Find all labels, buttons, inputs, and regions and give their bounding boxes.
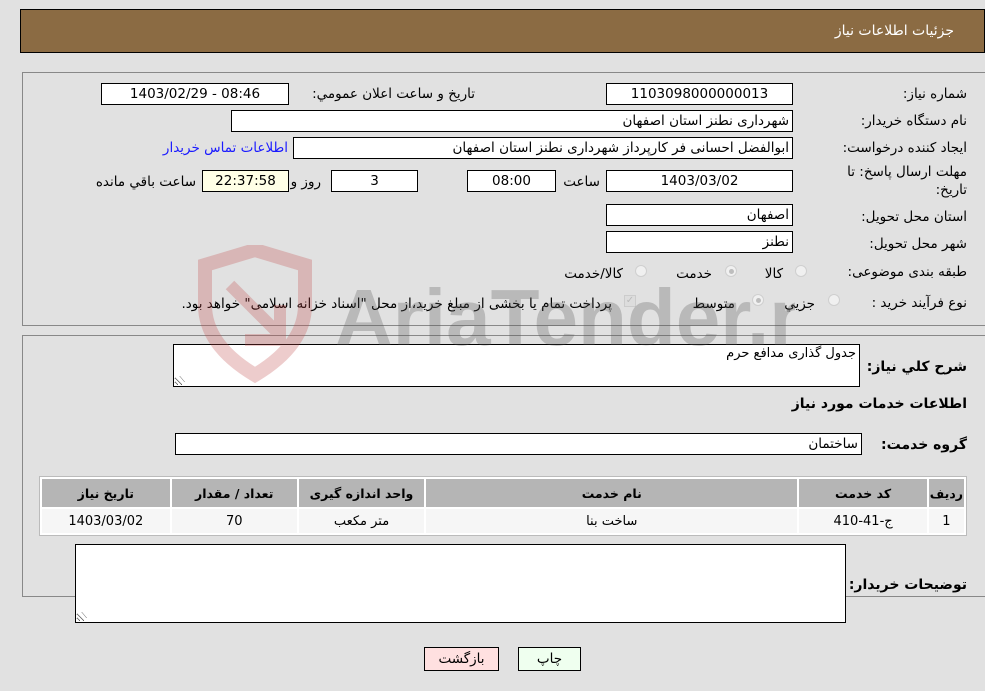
table-header-row: رديف کد خدمت نام خدمت واحد اندازه گیری ت… (42, 479, 964, 507)
province-label: استان محل تحویل: (861, 209, 967, 225)
requester-field[interactable]: ابوالفضل احسانی فر کارپرداز شهرداری نطنز… (293, 137, 793, 159)
category-label: طبقه بندی موضوعی: (847, 264, 967, 280)
need-number-field[interactable]: 1103098000000013 (606, 83, 793, 105)
col-header-need-date: تاریخ نیاز (42, 479, 170, 507)
services-table-wrap: رديف کد خدمت نام خدمت واحد اندازه گیری ت… (39, 476, 967, 536)
category-option-goods-service: کالا/خدمت (564, 266, 623, 282)
category-radio-goods[interactable] (795, 265, 807, 277)
process-option-medium: متوسط (692, 296, 735, 312)
city-field[interactable]: نطنز (606, 231, 793, 253)
deadline-time-label: ساعت (563, 174, 600, 190)
treasury-checkbox-label: پرداخت تمام یا بخشی از مبلغ خرید،از محل … (181, 296, 612, 312)
resize-grip-icon[interactable]: ⟋ (177, 376, 185, 384)
services-table: رديف کد خدمت نام خدمت واحد اندازه گیری ت… (39, 476, 967, 536)
category-option-service: خدمت (676, 266, 712, 282)
print-button[interactable]: چاپ (518, 647, 581, 671)
page-title: جزئیات اطلاعات نیاز (834, 23, 954, 39)
cell-row-number: 1 (928, 509, 964, 533)
process-label: نوع فرآیند خرید : (871, 295, 967, 311)
remaining-time-field: 22:37:58 (202, 170, 289, 192)
process-radio-medium[interactable] (752, 294, 764, 306)
city-label: شهر محل تحویل: (869, 236, 967, 252)
service-group-label: گروه خدمت: (881, 437, 967, 453)
buyer-contact-link[interactable]: اطلاعات تماس خریدار (163, 140, 288, 156)
days-label: روز و (290, 174, 321, 190)
buyer-org-label: نام دستگاه خريدار: (860, 113, 967, 129)
category-radio-goods-service[interactable] (635, 265, 647, 277)
col-header-service-name: نام خدمت (426, 479, 798, 507)
requester-label: ایجاد کننده درخواست: (842, 140, 967, 156)
need-number-label: شماره نیاز: (902, 86, 967, 102)
deadline-time-field[interactable]: 08:00 (467, 170, 556, 192)
announce-datetime-field[interactable]: 1403/02/29 - 08:46 (101, 83, 289, 105)
announce-label: تاریخ و ساعت اعلان عمومي: (312, 86, 475, 102)
remaining-days-field[interactable]: 3 (331, 170, 418, 192)
deadline-label-line1: مهلت ارسال پاسخ: تا (847, 164, 967, 180)
deadline-date-field[interactable]: 1403/03/02 (606, 170, 793, 192)
buyer-notes-label: توضيحات خريدار: (848, 577, 967, 593)
cell-quantity: 70 (171, 509, 297, 533)
col-header-service-code: کد خدمت (799, 479, 927, 507)
deadline-label-line2: تاریخ: (935, 182, 967, 198)
col-header-quantity: تعداد / مقدار (171, 479, 297, 507)
col-header-row-number: رديف (928, 479, 964, 507)
treasury-checkbox[interactable]: ✓ (624, 295, 636, 307)
buyer-notes-textarea[interactable]: ⟋ (75, 544, 846, 623)
col-header-unit: واحد اندازه گیری (298, 479, 425, 507)
description-textarea[interactable]: جدول گذاری مدافع حرم ⟋ (173, 344, 860, 387)
cell-service-code: ج-41-410 (799, 509, 927, 533)
description-text: جدول گذاری مدافع حرم (726, 346, 856, 361)
back-button[interactable]: بازگشت (424, 647, 499, 671)
cell-unit: متر مکعب (298, 509, 425, 533)
category-radio-service[interactable] (725, 265, 737, 277)
table-row: 1 ج-41-410 ساخت بنا متر مکعب 70 1403/03/… (42, 509, 964, 533)
process-radio-minor[interactable] (828, 294, 840, 306)
province-field[interactable]: اصفهان (606, 204, 793, 226)
description-label: شرح کلي نياز: (866, 359, 967, 375)
resize-grip-icon[interactable]: ⟋ (79, 612, 87, 620)
category-option-goods: کالا (764, 266, 783, 282)
process-option-minor: جزيي (784, 296, 815, 312)
services-heading: اطلاعات خدمات مورد نياز (791, 396, 967, 412)
cell-service-name: ساخت بنا (426, 509, 798, 533)
page-header: جزئیات اطلاعات نیاز (20, 9, 985, 53)
remaining-label: ساعت باقي مانده (95, 174, 196, 190)
cell-need-date: 1403/03/02 (42, 509, 170, 533)
service-group-field[interactable]: ساختمان (175, 433, 862, 455)
buyer-org-field[interactable]: شهرداری نطنز استان اصفهان (231, 110, 793, 132)
